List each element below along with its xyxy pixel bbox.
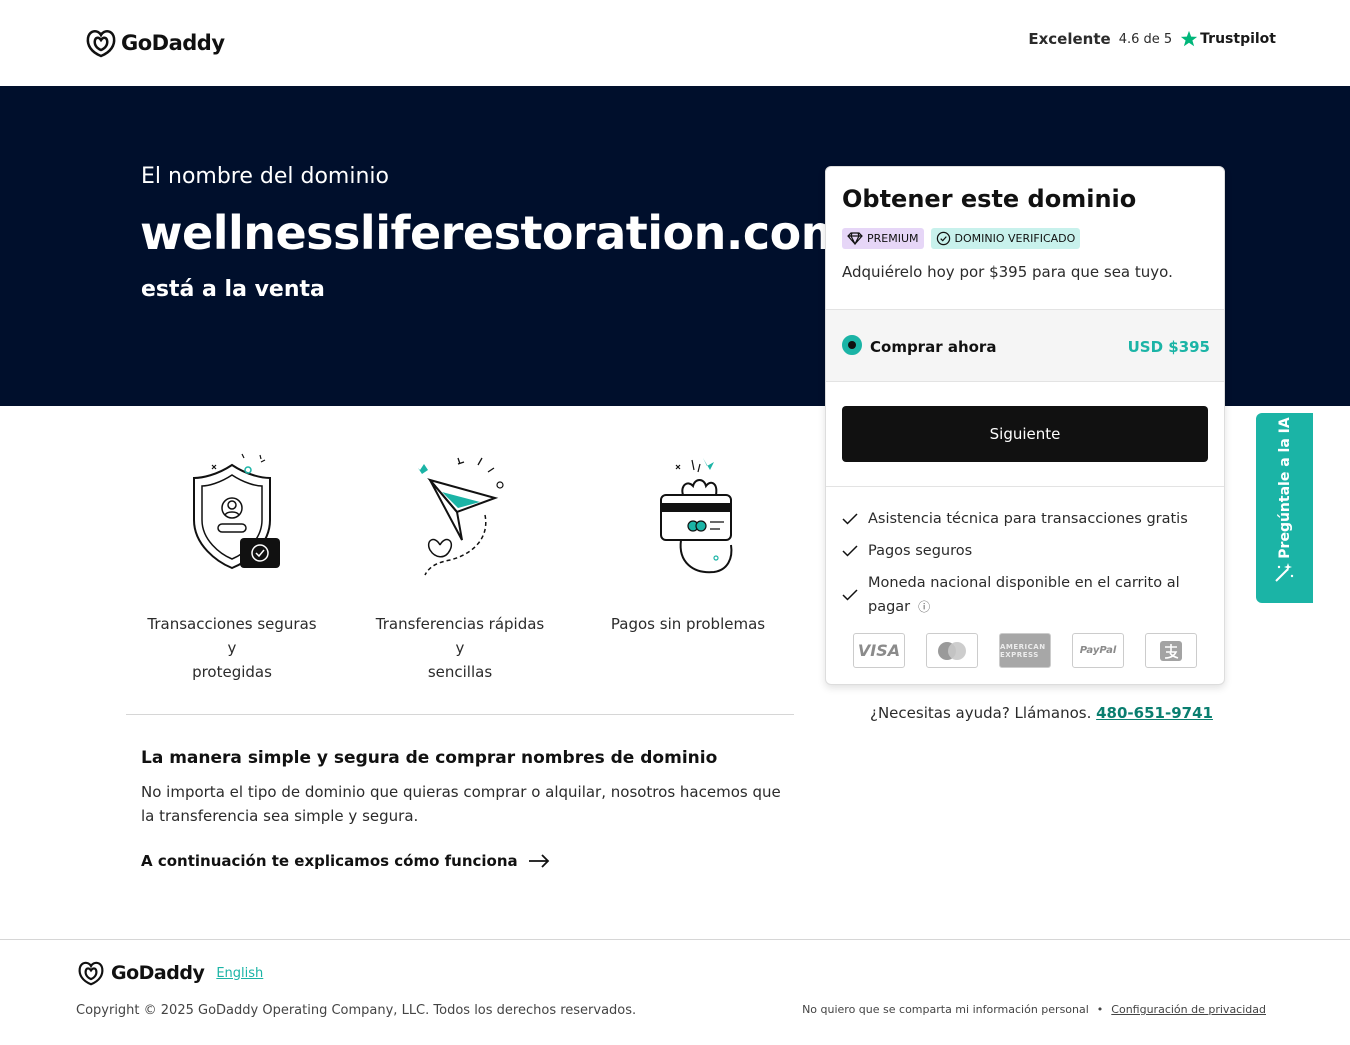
help-line: ¿Necesitas ayuda? Llámanos. 480-651-9741 — [870, 704, 1213, 722]
benefit-caption: Transacciones seguras y protegidas — [142, 612, 322, 684]
check-icon — [842, 589, 858, 601]
footer-brand-name: GoDaddy — [111, 962, 205, 984]
benefit-caption-line: Pagos sin problemas — [610, 615, 766, 633]
how-it-works-link[interactable]: A continuación te explicamos cómo funcio… — [141, 852, 550, 870]
benefit-caption-line: protegidas — [192, 663, 272, 681]
rating-score: 4.6 de 5 — [1118, 31, 1173, 47]
buy-now-option[interactable]: Comprar ahora USD $395 — [826, 309, 1224, 382]
godaddy-logo-icon — [86, 30, 116, 58]
star-icon — [1181, 30, 1198, 47]
top-header: GoDaddy Excelente 4.6 de 5 Trustpilot — [0, 0, 1350, 86]
feature-list: Asistencia técnica para transacciones gr… — [842, 507, 1212, 627]
credit-card-hand-icon — [660, 458, 733, 574]
privacy-settings-link[interactable]: Configuración de privacidad — [1111, 1003, 1266, 1016]
mastercard-icon — [926, 633, 978, 668]
info-title: La manera simple y segura de comprar nom… — [141, 748, 718, 768]
footer-logo: GoDaddy English — [77, 960, 263, 986]
domain-name: wellnessliferestoration.com — [140, 206, 849, 260]
feature-item: Asistencia técnica para transacciones gr… — [842, 507, 1212, 531]
alipay-icon — [1145, 633, 1197, 668]
language-link[interactable]: English — [216, 966, 263, 981]
benefit-caption: Pagos sin problemas — [598, 612, 778, 636]
diamond-icon — [847, 232, 863, 245]
no-share-link[interactable]: No quiero que se comparta mi información… — [802, 1003, 1089, 1016]
for-sale-text: está a la venta — [141, 277, 325, 302]
card-description: Adquiérelo hoy por $395 para que sea tuy… — [842, 263, 1173, 281]
benefit-secure: Transacciones seguras y protegidas — [142, 450, 322, 684]
check-icon — [842, 513, 858, 525]
paypal-icon: PayPal — [1072, 633, 1124, 668]
info-description: No importa el tipo de dominio que quiera… — [141, 783, 781, 825]
arrow-right-icon — [528, 854, 549, 868]
footer: GoDaddy English Copyright © 2025 GoDaddy… — [0, 939, 1350, 1045]
buy-now-price: USD $395 — [1127, 338, 1210, 356]
benefit-caption-line: sencillas — [427, 663, 493, 681]
trustpilot-logo: Trustpilot — [1180, 30, 1276, 48]
benefit-caption: Transferencias rápidas y sencillas — [370, 612, 550, 684]
buy-now-label: Comprar ahora — [870, 338, 997, 356]
feature-text: Moneda nacional disponible en el carrito… — [868, 575, 1180, 615]
benefit-caption-line: Transacciones seguras y — [147, 615, 317, 657]
purchase-card: Obtener este dominio PREMIUM DOMINIO VER… — [825, 166, 1225, 685]
bullet-separator: • — [1096, 1003, 1104, 1016]
hero-subtitle: El nombre del dominio — [141, 164, 389, 189]
verified-badge: DOMINIO VERIFICADO — [930, 228, 1081, 249]
godaddy-logo[interactable]: GoDaddy — [85, 28, 225, 58]
privacy-links: No quiero que se comparta mi información… — [802, 1003, 1266, 1016]
visa-icon: VISA — [853, 633, 905, 668]
godaddy-logo-icon — [78, 961, 104, 986]
check-icon — [842, 545, 858, 557]
rating-label: Excelente — [1028, 30, 1111, 48]
trustpilot-text: Trustpilot — [1200, 31, 1276, 47]
shield-icon — [193, 453, 280, 570]
how-it-works-label: A continuación te explicamos cómo funcio… — [141, 852, 518, 870]
feature-item: Moneda nacional disponible en el carrito… — [842, 571, 1212, 619]
feature-text: Asistencia técnica para transacciones gr… — [868, 511, 1188, 527]
benefit-fast: Transferencias rápidas y sencillas — [370, 450, 550, 684]
benefit-payments: Pagos sin problemas — [598, 450, 778, 636]
check-circle-icon — [936, 231, 950, 246]
section-divider — [126, 714, 794, 715]
feature-item: Pagos seguros — [842, 539, 1212, 563]
brand-name: GoDaddy — [121, 31, 225, 55]
paper-plane-icon — [418, 457, 504, 576]
info-icon[interactable]: ⓘ — [918, 595, 930, 619]
next-button[interactable]: Siguiente — [842, 406, 1208, 462]
premium-badge-label: PREMIUM — [867, 232, 919, 245]
ask-ai-tab[interactable]: Pregúntale a la IA — [1256, 413, 1313, 603]
verified-badge-label: DOMINIO VERIFICADO — [954, 232, 1076, 245]
payment-methods: VISA AMERICAN EXPRESS PayPal — [853, 633, 1197, 668]
badges: PREMIUM DOMINIO VERIFICADO — [842, 228, 1081, 249]
magic-wand-icon — [1275, 563, 1294, 582]
buy-now-radio[interactable] — [842, 335, 862, 355]
benefit-caption-line: Transferencias rápidas y — [375, 615, 545, 657]
phone-link[interactable]: 480-651-9741 — [1096, 704, 1213, 722]
card-divider — [826, 486, 1224, 487]
card-title: Obtener este dominio — [842, 185, 1137, 213]
help-text: ¿Necesitas ayuda? Llámanos. — [870, 704, 1092, 722]
premium-badge: PREMIUM — [842, 228, 924, 249]
feature-text: Pagos seguros — [868, 543, 973, 559]
amex-icon: AMERICAN EXPRESS — [999, 633, 1051, 668]
copyright: Copyright © 2025 GoDaddy Operating Compa… — [76, 1003, 637, 1018]
trustpilot-rating[interactable]: Excelente 4.6 de 5 Trustpilot — [1028, 30, 1276, 48]
